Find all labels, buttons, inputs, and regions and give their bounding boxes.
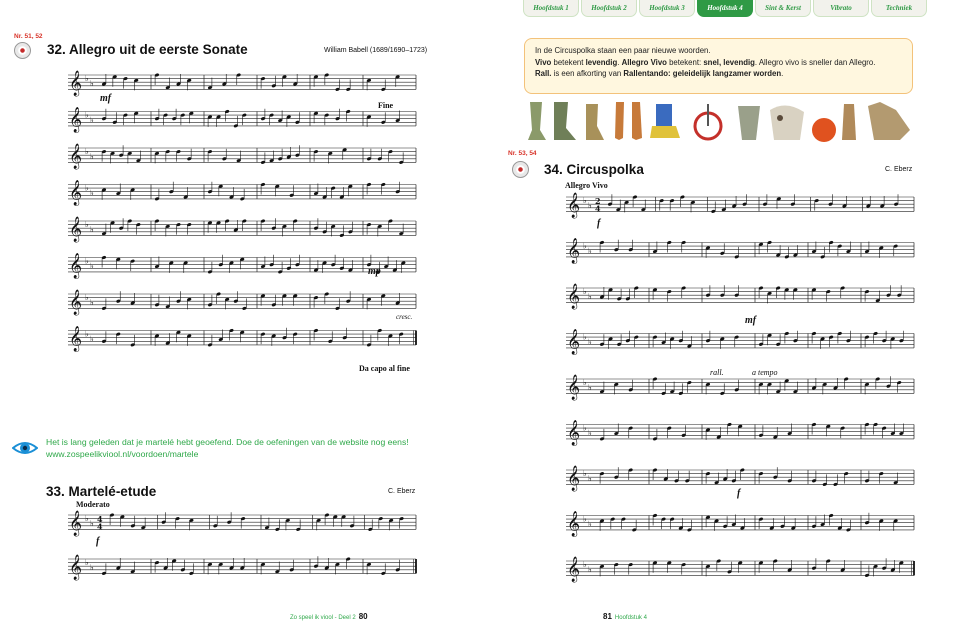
right-page: Hoofdstuk 1 Hoofdstuk 2 Hoofdstuk 3 Hoofdst… xyxy=(480,0,960,640)
treble-clef-icon: 𝄞 xyxy=(567,283,580,309)
svg-text:♭: ♭ xyxy=(588,338,592,347)
svg-text:♭: ♭ xyxy=(588,201,592,210)
staff-system: 𝄞 ♭♭ xyxy=(566,374,915,400)
dynamic-f-34: f xyxy=(597,218,601,229)
svg-text:♭: ♭ xyxy=(588,292,592,301)
staff-system: 𝄞 ♭♭ xyxy=(566,556,915,582)
left-page: Nr. 51, 52 32. Allegro uit de eerste Son… xyxy=(0,0,480,640)
treble-clef-icon: 𝄞 xyxy=(567,556,580,582)
svg-text:♭: ♭ xyxy=(90,563,94,572)
svg-text:♭: ♭ xyxy=(90,519,94,528)
svg-text:♭: ♭ xyxy=(588,429,592,438)
svg-text:4: 4 xyxy=(97,521,103,531)
staff-system: 𝄞 ♭♭ xyxy=(566,283,915,309)
dynamic-f-34b: f xyxy=(737,488,741,499)
svg-text:♭: ♭ xyxy=(588,474,592,483)
svg-text:♭: ♭ xyxy=(583,469,587,478)
treble-clef-icon: 𝄞 xyxy=(69,510,82,536)
svg-text:♭: ♭ xyxy=(588,383,592,392)
svg-text:♭: ♭ xyxy=(583,378,587,387)
svg-text:♭: ♭ xyxy=(85,514,89,523)
footer-right: 81 Hoofdstuk 4 xyxy=(603,612,647,621)
svg-text:♭: ♭ xyxy=(588,565,592,574)
rall-marking: rall. xyxy=(710,368,724,377)
treble-clef-icon: 𝄞 xyxy=(567,420,580,446)
staff-system: 𝄞 ♭♭ 44 xyxy=(68,510,417,536)
staff-system: 𝄞 ♭♭ 24 xyxy=(566,192,915,218)
treble-clef-icon: 𝄞 xyxy=(567,192,580,218)
treble-clef-icon: 𝄞 xyxy=(567,374,580,400)
treble-clef-icon: 𝄞 xyxy=(567,238,580,264)
staff-system: 𝄞 ♭♭ xyxy=(566,420,915,446)
staves-piece-34: 𝄞 ♭♭ 24𝄞 ♭♭𝄞 ♭♭𝄞 ♭♭𝄞 ♭♭𝄞 ♭♭𝄞 ♭♭𝄞 ♭♭𝄞 ♭♭ xyxy=(566,192,915,582)
a-tempo-marking: a tempo xyxy=(752,368,778,377)
svg-text:♭: ♭ xyxy=(583,196,587,205)
staff-system: 𝄞 ♭♭ xyxy=(566,329,915,355)
svg-text:♭: ♭ xyxy=(588,247,592,256)
svg-text:♭: ♭ xyxy=(583,423,587,432)
treble-clef-icon: 𝄞 xyxy=(567,465,580,491)
staff-system: 𝄞 ♭♭ xyxy=(566,511,915,537)
treble-clef-icon: 𝄞 xyxy=(69,554,82,580)
svg-text:♭: ♭ xyxy=(85,558,89,567)
svg-text:♭: ♭ xyxy=(583,241,587,250)
svg-text:♭: ♭ xyxy=(583,287,587,296)
dynamic-mf-34: mf xyxy=(745,315,757,326)
svg-text:♭: ♭ xyxy=(583,560,587,569)
svg-text:♭: ♭ xyxy=(588,520,592,529)
staves-piece-33: 𝄞 ♭♭ 44𝄞 ♭♭ xyxy=(68,510,417,580)
svg-text:♭: ♭ xyxy=(583,514,587,523)
treble-clef-icon: 𝄞 xyxy=(567,511,580,537)
staff-system: 𝄞 ♭♭ xyxy=(68,554,417,580)
svg-text:4: 4 xyxy=(595,203,601,213)
footer-left: Zo speel ik viool - Deel 2 80 xyxy=(290,612,368,621)
treble-clef-icon: 𝄞 xyxy=(567,329,580,355)
staff-system: 𝄞 ♭♭ xyxy=(566,238,915,264)
svg-text:♭: ♭ xyxy=(583,332,587,341)
